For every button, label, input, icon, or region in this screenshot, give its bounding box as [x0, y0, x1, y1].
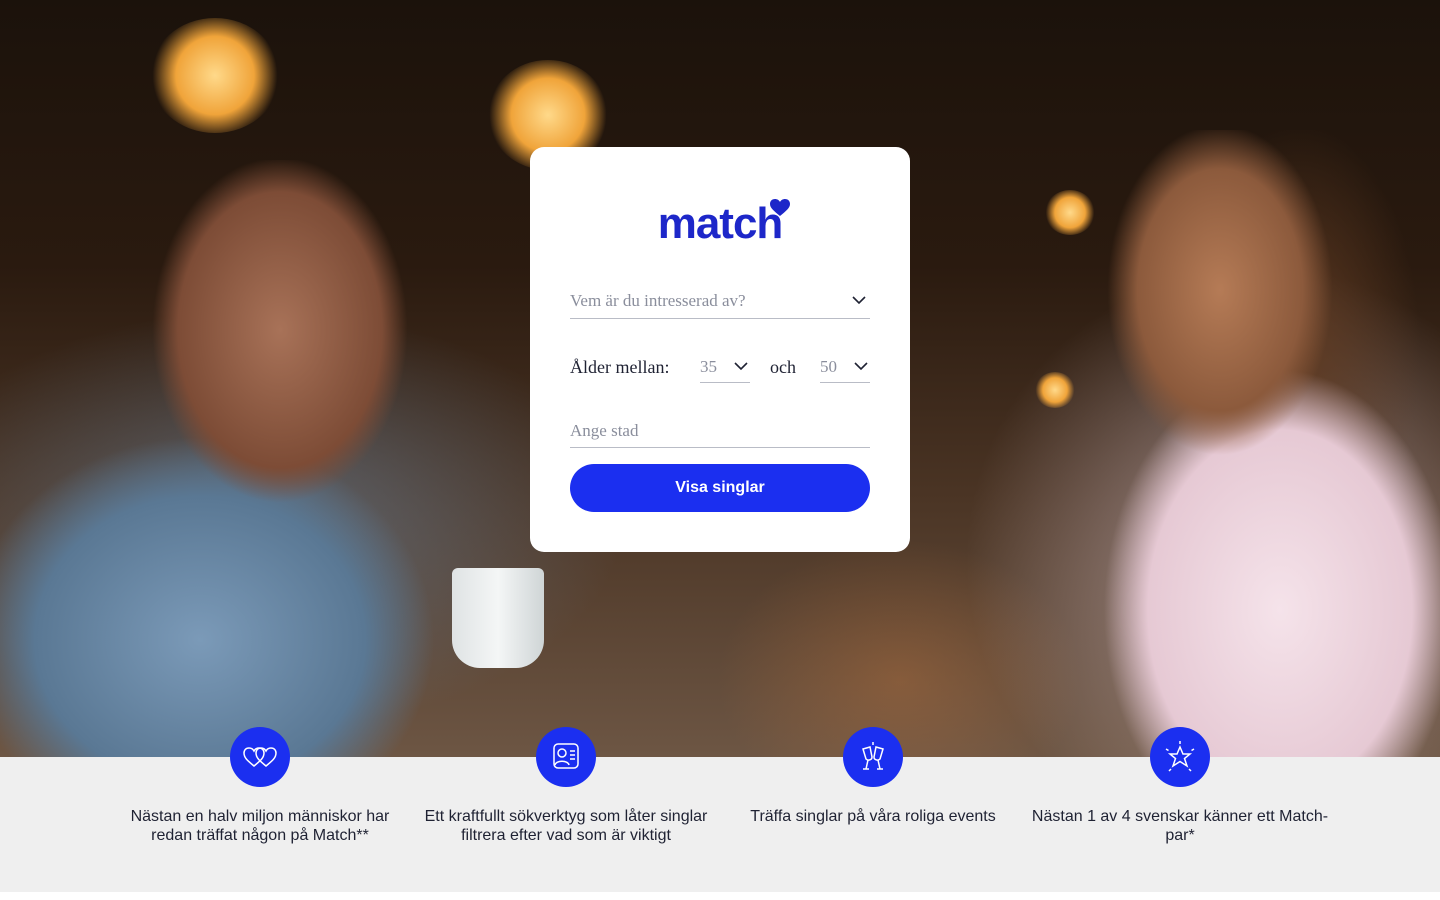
- feature-text: Ett kraftfullt sökverktyg som låter sing…: [424, 808, 708, 844]
- coffee-cup: [452, 568, 544, 668]
- age-max-value: 50: [820, 357, 837, 376]
- profile-search-icon: [536, 727, 596, 787]
- city-input[interactable]: Ange stad: [570, 421, 870, 448]
- chevron-down-icon: [852, 296, 866, 305]
- age-min-value: 35: [700, 357, 717, 376]
- star-sparkle-icon: [1150, 727, 1210, 787]
- city-placeholder: Ange stad: [570, 421, 639, 440]
- age-max-select[interactable]: 50: [820, 355, 870, 383]
- match-logo[interactable]: match: [530, 199, 910, 249]
- feature-text: Träffa singlar på våra roliga events: [750, 808, 996, 825]
- search-card: match Vem är du intresserad av? Ålder me…: [530, 147, 910, 552]
- chevron-down-icon: [734, 362, 748, 371]
- pendant-lamp: [150, 18, 280, 133]
- age-min-select[interactable]: 35: [700, 355, 750, 383]
- champagne-toast-icon: [843, 727, 903, 787]
- logo-text: match: [657, 199, 784, 248]
- chevron-down-icon: [854, 362, 868, 371]
- features-strip: Nästan en halv miljon människor har reda…: [0, 727, 1440, 892]
- feature-text: Nästan en halv miljon människor har reda…: [130, 808, 390, 844]
- woman-photo: [1040, 130, 1440, 757]
- logo-heart-icon: [770, 199, 790, 216]
- age-label: Ålder mellan:: [570, 357, 670, 377]
- age-connector: och: [770, 357, 796, 377]
- show-singles-button[interactable]: Visa singlar: [570, 464, 870, 512]
- interest-select[interactable]: Vem är du intresserad av?: [570, 291, 870, 319]
- age-range-row: Ålder mellan: 35 och 50: [570, 355, 870, 383]
- feature-text: Nästan 1 av 4 svenskar känner ett Match-…: [1031, 808, 1329, 844]
- interest-placeholder: Vem är du intresserad av?: [570, 291, 746, 310]
- man-photo: [0, 160, 520, 757]
- hearts-icon: [230, 727, 290, 787]
